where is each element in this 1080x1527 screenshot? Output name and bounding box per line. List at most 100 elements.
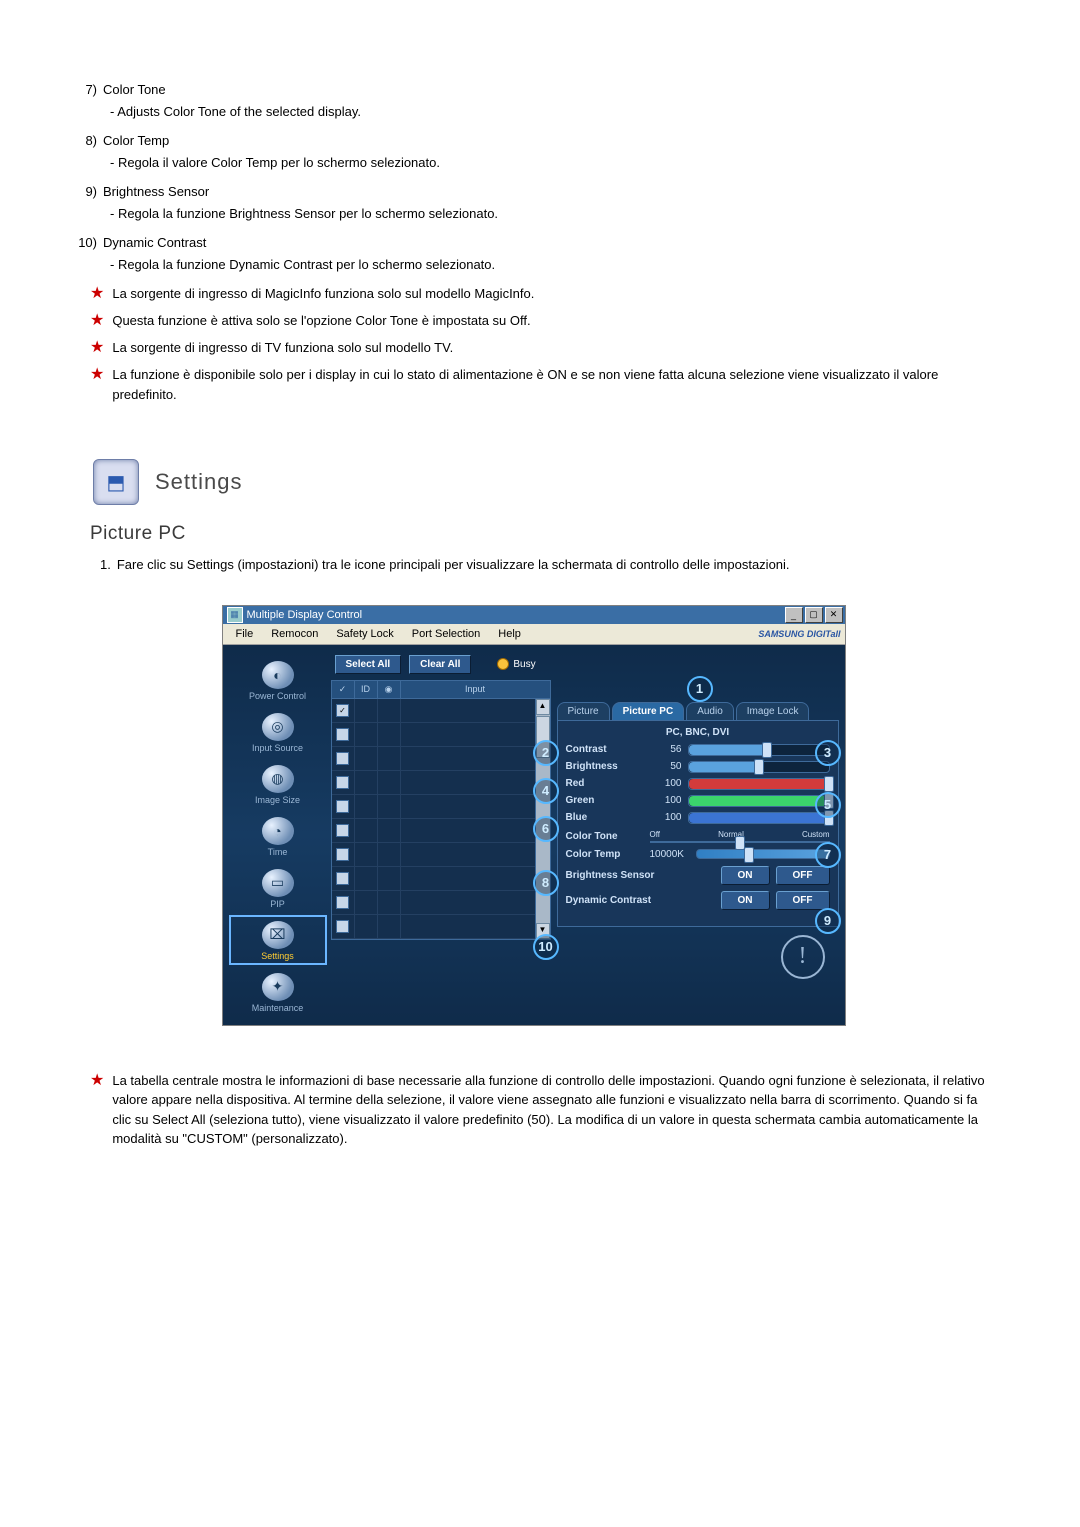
clear-all-button[interactable]: Clear All — [409, 655, 471, 674]
color-temp-thumb[interactable] — [744, 847, 754, 863]
brightness-slider[interactable] — [688, 761, 830, 773]
row-checkbox[interactable] — [336, 752, 349, 765]
close-button[interactable]: ✕ — [825, 607, 843, 623]
menu-file[interactable]: File — [227, 626, 263, 642]
sidebar-item-label: Time — [268, 847, 288, 857]
slider-label: Contrast — [566, 744, 644, 755]
slider-value: 100 — [650, 795, 682, 806]
table-row[interactable] — [332, 819, 535, 843]
select-all-button[interactable]: Select All — [335, 655, 402, 674]
settings-panel-inner: PC, BNC, DVI Contrast56Brightness50Red10… — [557, 720, 839, 927]
time-icon: ◔ — [262, 817, 294, 845]
image-size-icon: ◍ — [262, 765, 294, 793]
slider-value: 50 — [650, 761, 682, 772]
row-checkbox[interactable] — [336, 872, 349, 885]
list-item: 10)Dynamic Contrast — [75, 233, 990, 253]
row-checkbox[interactable] — [336, 920, 349, 933]
list-number: 7) — [75, 80, 97, 100]
brightness-sensor-on-button[interactable]: ON — [721, 866, 770, 885]
sidebar-item-time[interactable]: ◔ Time — [229, 811, 327, 861]
row-checkbox[interactable]: ✓ — [336, 704, 349, 717]
brightness-sensor-off-button[interactable]: OFF — [776, 866, 830, 885]
star-text: La sorgente di ingresso di MagicInfo fun… — [112, 284, 534, 304]
row-checkbox[interactable] — [336, 776, 349, 789]
slider-thumb[interactable] — [824, 776, 834, 792]
blue-slider-row: Blue100 — [566, 812, 830, 824]
grid-rows: ✓ ▲ ▼ — [332, 699, 550, 939]
sidebar-item-maintenance[interactable]: ✦Maintenance — [229, 967, 327, 1017]
table-row[interactable] — [332, 795, 535, 819]
table-row[interactable] — [332, 723, 535, 747]
tab-picture-pc[interactable]: Picture PC — [612, 702, 685, 720]
row-checkbox[interactable] — [336, 800, 349, 813]
menu-safety-lock[interactable]: Safety Lock — [327, 626, 402, 642]
green-slider[interactable] — [688, 795, 830, 807]
info-icon: ! — [781, 935, 825, 979]
table-row[interactable] — [332, 915, 535, 939]
slider-thumb[interactable] — [754, 759, 764, 775]
grid-header-check[interactable]: ✓ — [332, 681, 355, 698]
sidebar-item-settings[interactable]: ⌧Settings — [229, 915, 327, 965]
list-description: - Adjusts Color Tone of the selected dis… — [75, 102, 990, 122]
menubar: FileRemoconSafety LockPort SelectionHelp… — [223, 624, 845, 645]
maximize-button[interactable]: ▢ — [805, 607, 823, 623]
app-window: ▦ Multiple Display Control _ ▢ ✕ FileRem… — [222, 605, 846, 1026]
subsection-title: Picture PC — [90, 523, 990, 545]
sidebar-item-image-size[interactable]: ◍Image Size — [229, 759, 327, 809]
table-row[interactable] — [332, 747, 535, 771]
titlebar: ▦ Multiple Display Control _ ▢ ✕ — [223, 606, 845, 624]
star-icon: ★ — [90, 336, 104, 360]
menu-remocon[interactable]: Remocon — [262, 626, 327, 642]
tab-audio[interactable]: Audio — [686, 702, 734, 720]
dynamic-contrast-label: Dynamic Contrast — [566, 895, 715, 906]
settings-heading: Settings — [155, 469, 243, 495]
tab-picture[interactable]: Picture — [557, 702, 610, 720]
callout-marker-2: 2 — [533, 740, 559, 766]
table-row[interactable] — [332, 867, 535, 891]
slider-thumb[interactable] — [762, 742, 772, 758]
blue-slider[interactable] — [688, 812, 830, 824]
list-description: - Regola il valore Color Temp per lo sch… — [75, 153, 990, 173]
sidebar-item-pip[interactable]: ▭PIP — [229, 863, 327, 913]
list-description: - Regola la funzione Brightness Sensor p… — [75, 204, 990, 224]
display-grid: ✓ ID ◉ Input ✓ ▲ — [331, 680, 551, 940]
dynamic-contrast-off-button[interactable]: OFF — [776, 891, 830, 910]
color-tone-slider[interactable]: OffNormalCustom — [650, 830, 830, 843]
table-row[interactable]: ✓ — [332, 699, 535, 723]
table-row[interactable] — [332, 843, 535, 867]
star-icon: ★ — [90, 282, 104, 306]
menu-help[interactable]: Help — [489, 626, 530, 642]
table-row[interactable] — [332, 891, 535, 915]
contrast-slider[interactable] — [688, 744, 830, 756]
red-slider-row: Red100 — [566, 778, 830, 790]
color-tone-row: Color Tone OffNormalCustom — [566, 830, 830, 843]
sidebar-item-label: PIP — [270, 899, 285, 909]
star-notes: ★ La sorgente di ingresso di MagicInfo fu… — [75, 284, 990, 404]
list-item: 8)Color Temp — [75, 131, 990, 151]
color-temp-row: Color Temp 10000K — [566, 849, 830, 860]
tab-image-lock[interactable]: Image Lock — [736, 702, 810, 720]
menu-port-selection[interactable]: Port Selection — [403, 626, 489, 642]
red-slider[interactable] — [688, 778, 830, 790]
row-checkbox[interactable] — [336, 848, 349, 861]
slider-value: 56 — [650, 744, 682, 755]
grid-header-input: Input — [401, 681, 550, 698]
row-checkbox[interactable] — [336, 824, 349, 837]
row-checkbox[interactable] — [336, 896, 349, 909]
slider-value: 100 — [650, 778, 682, 789]
row-checkbox[interactable] — [336, 728, 349, 741]
cube-icon: ⬒ — [93, 459, 139, 505]
brightness-sensor-row: Brightness Sensor ON OFF — [566, 866, 830, 885]
scroll-up-icon[interactable]: ▲ — [536, 699, 550, 715]
callout-marker-10: 10 — [533, 934, 559, 960]
sidebar-item-input-source[interactable]: ◎Input Source — [229, 707, 327, 757]
table-row[interactable] — [332, 771, 535, 795]
dynamic-contrast-on-button[interactable]: ON — [721, 891, 770, 910]
color-temp-slider[interactable] — [696, 849, 830, 859]
list-item: 7)Color Tone — [75, 80, 990, 100]
sidebar-item-power-control[interactable]: ◐Power Control — [229, 655, 327, 705]
settings-tabs: PicturePicture PCAudioImage Lock — [557, 702, 839, 720]
star-icon: ★ — [90, 309, 104, 333]
color-tone-thumb[interactable] — [735, 836, 745, 850]
minimize-button[interactable]: _ — [785, 607, 803, 623]
